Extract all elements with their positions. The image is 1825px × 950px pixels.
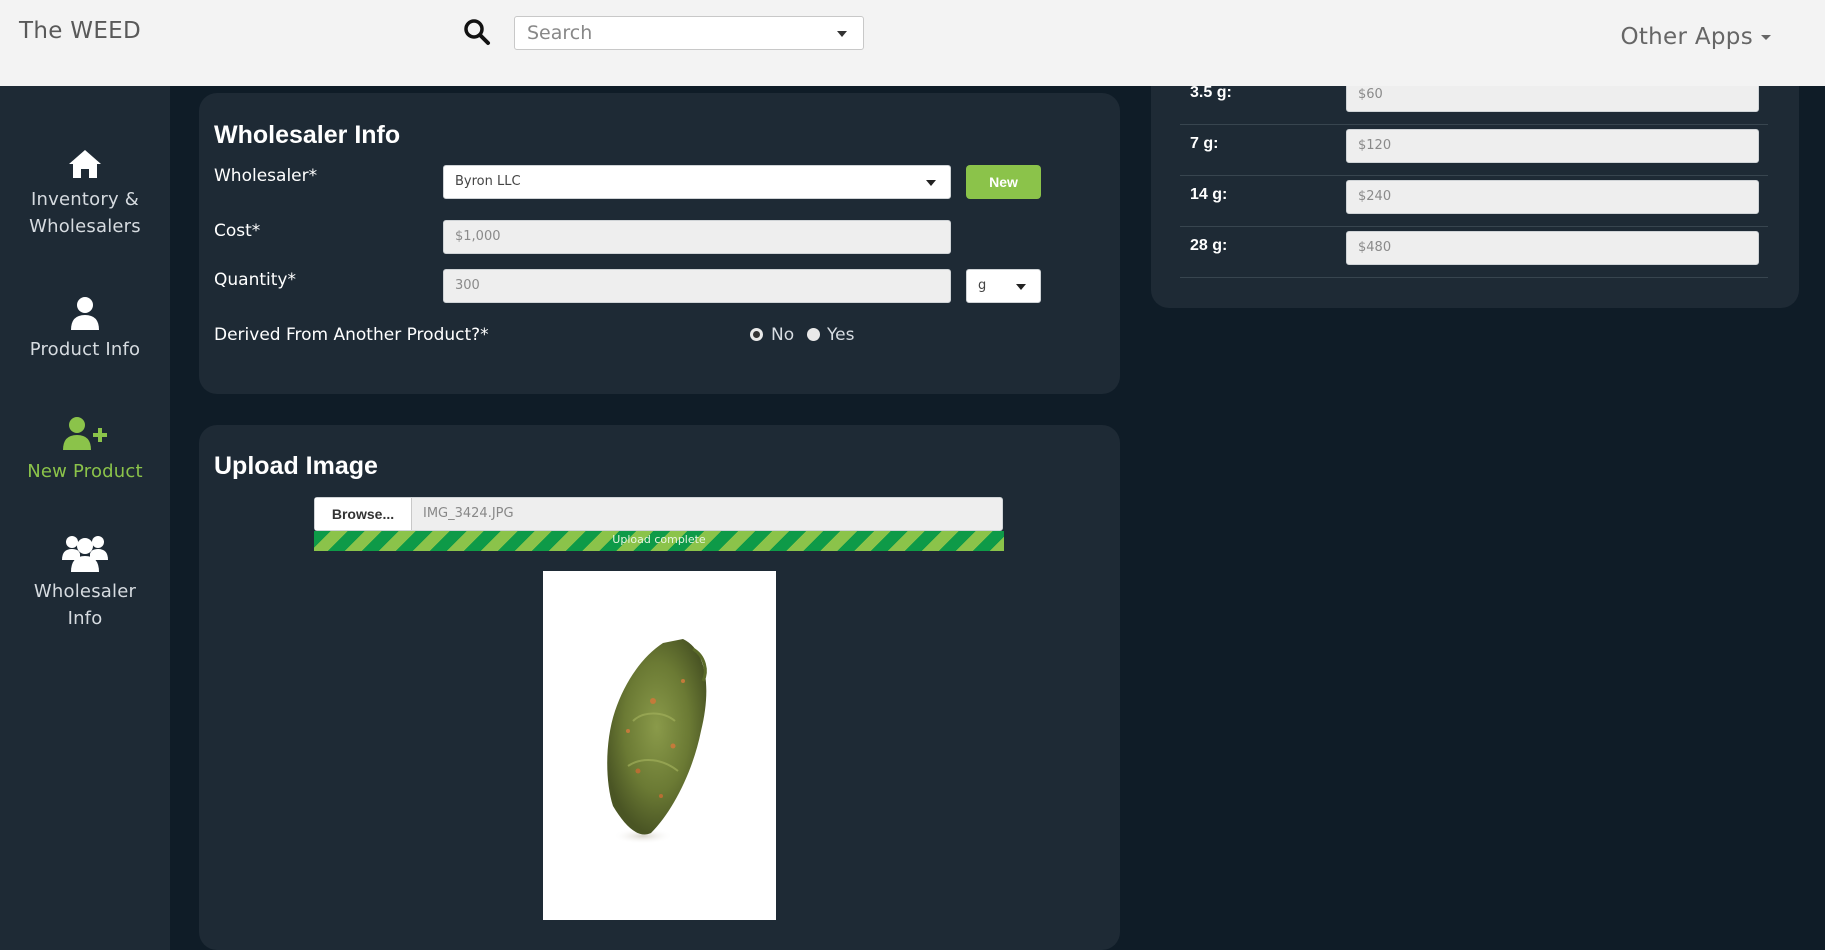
user-icon (71, 297, 99, 330)
price-row: 14 g: $240 (1180, 176, 1768, 227)
uploaded-image-preview (543, 571, 776, 920)
other-apps-menu[interactable]: Other Apps (1620, 24, 1771, 50)
browse-button[interactable]: Browse... (315, 498, 412, 530)
derived-yes-radio[interactable] (807, 328, 820, 341)
upload-progress-bar: Upload complete (314, 531, 1004, 551)
search-icon[interactable] (463, 18, 491, 46)
upload-progress-text: Upload complete (612, 533, 706, 546)
sidebar-item-inventory[interactable]: Inventory & Wholesalers (0, 148, 170, 240)
chevron-down-icon (1016, 284, 1026, 290)
price-field[interactable]: $240 (1346, 180, 1759, 214)
app-brand[interactable]: The WEED (19, 18, 141, 44)
derived-yes-label: Yes (827, 325, 855, 345)
derived-no-radio[interactable] (750, 328, 763, 341)
price-label: 7 g: (1190, 135, 1219, 152)
search-placeholder: Search (527, 22, 593, 44)
user-plus-icon (63, 417, 107, 450)
derived-no-label: No (771, 325, 795, 345)
top-navbar: The WEED Search Other Apps (0, 0, 1825, 86)
chevron-down-icon (926, 180, 936, 186)
other-apps-label: Other Apps (1620, 24, 1753, 50)
chevron-down-icon[interactable] (837, 31, 847, 37)
sidebar-item-product-info[interactable]: Product Info (0, 296, 170, 363)
price-field[interactable]: $120 (1346, 129, 1759, 163)
upload-image-title: Upload Image (214, 452, 378, 480)
file-name: IMG_3424.JPG (423, 506, 514, 521)
sidebar-item-label: Product Info (29, 339, 141, 360)
chevron-down-icon (1761, 35, 1771, 40)
cost-label: Cost* (214, 221, 261, 241)
cost-field[interactable]: $1,000 (443, 220, 951, 254)
sidebar: Inventory & Wholesalers Product Info New… (0, 86, 170, 950)
users-icon (62, 536, 108, 572)
unit-select[interactable]: g (966, 269, 1041, 303)
quantity-value: 300 (455, 278, 480, 293)
wholesaler-info-title: Wholesaler Info (214, 121, 401, 149)
price-label: 3.5 g: (1190, 84, 1232, 101)
sidebar-item-label: Wholesaler Info (33, 581, 137, 629)
price-field[interactable]: $480 (1346, 231, 1759, 265)
price-label: 14 g: (1190, 186, 1228, 203)
sidebar-item-wholesaler-info[interactable]: Wholesaler Info (0, 532, 170, 632)
quantity-field[interactable]: 300 (443, 269, 951, 303)
product-photo (607, 639, 707, 844)
price-value: $480 (1358, 240, 1392, 255)
quantity-label: Quantity* (214, 270, 296, 290)
file-input[interactable]: Browse... IMG_3424.JPG (314, 497, 1003, 531)
wholesaler-value: Byron LLC (455, 174, 521, 189)
new-wholesaler-button[interactable]: New (966, 165, 1041, 199)
home-icon (69, 150, 101, 178)
price-row: 7 g: $120 (1180, 125, 1768, 176)
sidebar-item-new-product[interactable]: New Product (0, 416, 170, 485)
price-value: $240 (1358, 189, 1392, 204)
wholesaler-select[interactable]: Byron LLC (443, 165, 951, 199)
unit-value: g (978, 278, 987, 293)
cost-value: $1,000 (455, 229, 501, 244)
derived-label: Derived From Another Product?* (214, 325, 489, 345)
sidebar-item-label: Inventory & Wholesalers (29, 189, 141, 237)
price-label: 28 g: (1190, 237, 1228, 254)
search-input[interactable]: Search (514, 16, 864, 50)
price-row: 28 g: $480 (1180, 227, 1768, 278)
wholesaler-label: Wholesaler* (214, 166, 318, 186)
price-value: $120 (1358, 138, 1392, 153)
sidebar-item-label: New Product (27, 461, 143, 482)
price-value: $60 (1358, 87, 1383, 102)
